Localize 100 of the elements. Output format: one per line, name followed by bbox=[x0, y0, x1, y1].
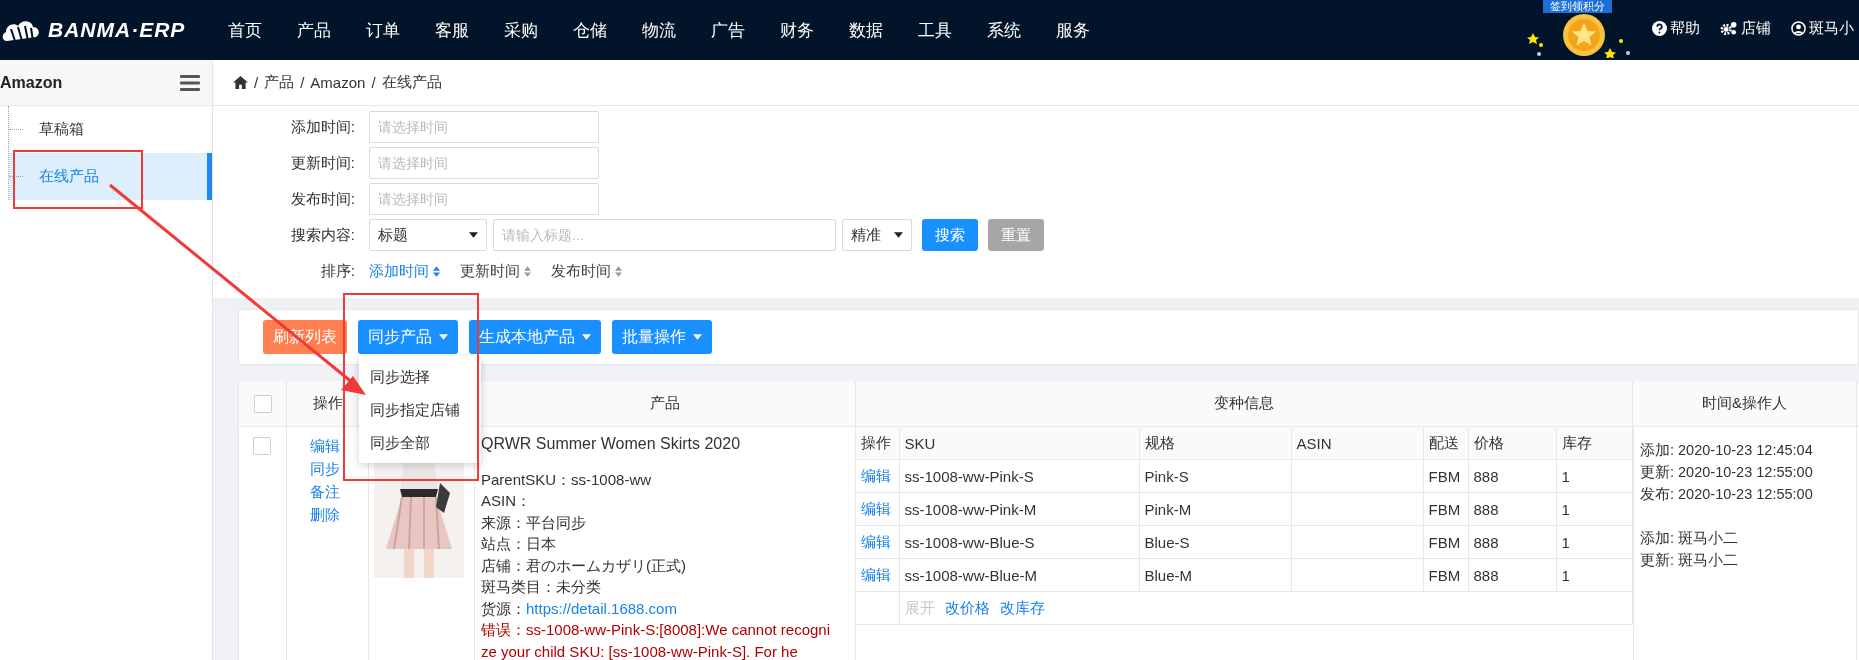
product-detail: ParentSKU：ss-1008-ww bbox=[481, 469, 653, 490]
table-cell: 888 bbox=[1468, 459, 1556, 493]
variant-action-link[interactable]: 改库存 bbox=[999, 598, 1045, 618]
nav-item[interactable]: 系统 bbox=[987, 18, 1021, 42]
nav-item[interactable]: 首页 bbox=[228, 18, 262, 42]
sidebar-item[interactable]: 草稿箱 bbox=[9, 106, 212, 153]
column-header: 库存 bbox=[1556, 427, 1632, 460]
table-cell: ss-1008-ww-Pink-M bbox=[899, 492, 1139, 526]
nav-item[interactable]: 数据 bbox=[849, 18, 883, 42]
user-icon bbox=[1791, 20, 1806, 36]
product-detail: 站点：日本 bbox=[481, 534, 557, 554]
promo-ribbon[interactable]: 签到领积分 bbox=[1543, 0, 1612, 13]
breadcrumb-item[interactable]: 产品 bbox=[264, 73, 295, 92]
date-field[interactable]: 请选择时间 bbox=[369, 111, 599, 143]
caret-icon bbox=[693, 334, 702, 340]
table-cell: ss-1008-ww-Blue-M bbox=[899, 558, 1139, 592]
date-field[interactable]: 请选择时间 bbox=[369, 183, 599, 215]
product-title: QRWR Summer Women Skirts 2020 bbox=[481, 434, 742, 454]
date-field[interactable]: 请选择时间 bbox=[369, 147, 599, 179]
timestamp: 添加: 2020-10-23 12:45:04 bbox=[1640, 441, 1814, 460]
checkbox[interactable] bbox=[253, 437, 271, 455]
home-icon[interactable] bbox=[233, 76, 248, 89]
sort-option[interactable]: 添加时间 bbox=[369, 261, 440, 281]
column-header: ASIN bbox=[1291, 427, 1423, 460]
nav-item[interactable]: 广告 bbox=[711, 18, 745, 42]
filter-label: 搜索内容: bbox=[289, 225, 355, 245]
table-cell: Blue-M bbox=[1139, 558, 1291, 592]
header-link[interactable]: 店铺 bbox=[1720, 18, 1771, 38]
sort-icon bbox=[433, 265, 440, 277]
checkbox[interactable] bbox=[253, 394, 272, 413]
action-link[interactable]: 备注 bbox=[310, 481, 368, 502]
field-select[interactable]: 标题 bbox=[369, 219, 487, 251]
sort-label: 排序: bbox=[319, 261, 355, 281]
nav-item[interactable]: 财务 bbox=[780, 18, 814, 42]
menu-item[interactable]: 同步选择 bbox=[359, 360, 481, 393]
caret-icon bbox=[469, 232, 478, 238]
table-cell: Pink-S bbox=[1139, 459, 1291, 493]
column-header: 时间&操作人 bbox=[1702, 394, 1787, 413]
edit-link[interactable]: 编辑 bbox=[856, 558, 899, 592]
source-label: 货源： bbox=[481, 599, 526, 617]
variant-action-link[interactable]: 改价格 bbox=[944, 598, 990, 618]
nav-item[interactable]: 订单 bbox=[366, 18, 400, 42]
table-cell: 888 bbox=[1468, 525, 1556, 559]
header-link[interactable]: 斑马小 bbox=[1791, 18, 1854, 38]
operator-name: 添加: 斑马小二 bbox=[1640, 529, 1740, 548]
nav-item[interactable]: 工具 bbox=[918, 18, 952, 42]
column-header: 配送 bbox=[1423, 427, 1468, 460]
product-detail: ASIN： bbox=[481, 491, 532, 511]
product-detail: 店铺：君のホームカザリ(正式) bbox=[481, 555, 687, 576]
column-header: 变种信息 bbox=[1214, 394, 1274, 413]
breadcrumb-item: 在线产品 bbox=[381, 73, 442, 92]
column-header: 操作 bbox=[312, 394, 343, 413]
table-cell: FBM bbox=[1423, 459, 1468, 493]
table-cell: ss-1008-ww-Pink-S bbox=[899, 459, 1139, 493]
column-header: 规格 bbox=[1139, 427, 1291, 460]
sort-icon bbox=[615, 265, 622, 277]
help-icon bbox=[1652, 20, 1667, 36]
nav-item[interactable]: 物流 bbox=[642, 18, 676, 42]
menu-icon[interactable] bbox=[180, 74, 200, 91]
nav-item[interactable]: 服务 bbox=[1056, 18, 1090, 42]
caret-icon bbox=[894, 232, 903, 238]
nav-item[interactable]: 采购 bbox=[504, 18, 538, 42]
caret-icon bbox=[582, 334, 591, 340]
table-cell: Pink-M bbox=[1139, 492, 1291, 526]
action-link[interactable]: 删除 bbox=[310, 504, 368, 525]
table-cell: 1 bbox=[1556, 558, 1632, 592]
breadcrumb-separator: / bbox=[371, 74, 376, 91]
error-message: 错误：ss-1008-ww-Pink-S:[8008]:We cannot recognize your child SKU: [ss-1008-ww-Pink-S]. For he bbox=[481, 620, 831, 660]
column-header: 操作 bbox=[856, 427, 899, 460]
nav-item[interactable]: 仓储 bbox=[573, 18, 607, 42]
breadcrumb-item[interactable]: Amazon bbox=[310, 74, 366, 91]
search-field[interactable]: 请输入标题... bbox=[493, 219, 836, 251]
menu-item[interactable]: 同步指定店铺 bbox=[359, 393, 481, 426]
product-detail: 斑马类目：未分类 bbox=[481, 577, 602, 597]
header-link[interactable]: 帮助 bbox=[1652, 18, 1700, 38]
table-cell: 888 bbox=[1468, 492, 1556, 526]
column-header: 价格 bbox=[1468, 427, 1556, 460]
nav-item[interactable]: 产品 bbox=[297, 18, 331, 42]
match-select[interactable]: 精准 bbox=[842, 219, 912, 251]
nav-item[interactable]: 客服 bbox=[435, 18, 469, 42]
sort-option[interactable]: 发布时间 bbox=[551, 261, 622, 281]
menu-item[interactable]: 同步全部 bbox=[359, 426, 481, 459]
table-cell: Blue-S bbox=[1139, 525, 1291, 559]
table-cell: FBM bbox=[1423, 492, 1468, 526]
source-link[interactable]: https://detail.1688.com bbox=[526, 599, 677, 617]
filter-label: 添加时间: bbox=[289, 117, 355, 137]
table-cell: 1 bbox=[1556, 525, 1632, 559]
timestamp: 更新: 2020-10-23 12:55:00 bbox=[1640, 463, 1814, 482]
logo-text: BANMA·ERP bbox=[48, 18, 186, 42]
settings-icon bbox=[1720, 20, 1738, 36]
sort-option[interactable]: 更新时间 bbox=[460, 261, 531, 281]
table-cell: FBM bbox=[1423, 525, 1468, 559]
filter-label: 更新时间: bbox=[289, 153, 355, 173]
table-cell: 1 bbox=[1556, 459, 1632, 493]
edit-link[interactable]: 编辑 bbox=[856, 492, 899, 526]
breadcrumb-separator: / bbox=[254, 74, 259, 91]
edit-link[interactable]: 编辑 bbox=[856, 459, 899, 493]
timestamp: 发布: 2020-10-23 12:55:00 bbox=[1640, 485, 1814, 504]
edit-link[interactable]: 编辑 bbox=[856, 525, 899, 559]
table-cell: ss-1008-ww-Blue-S bbox=[899, 525, 1139, 559]
